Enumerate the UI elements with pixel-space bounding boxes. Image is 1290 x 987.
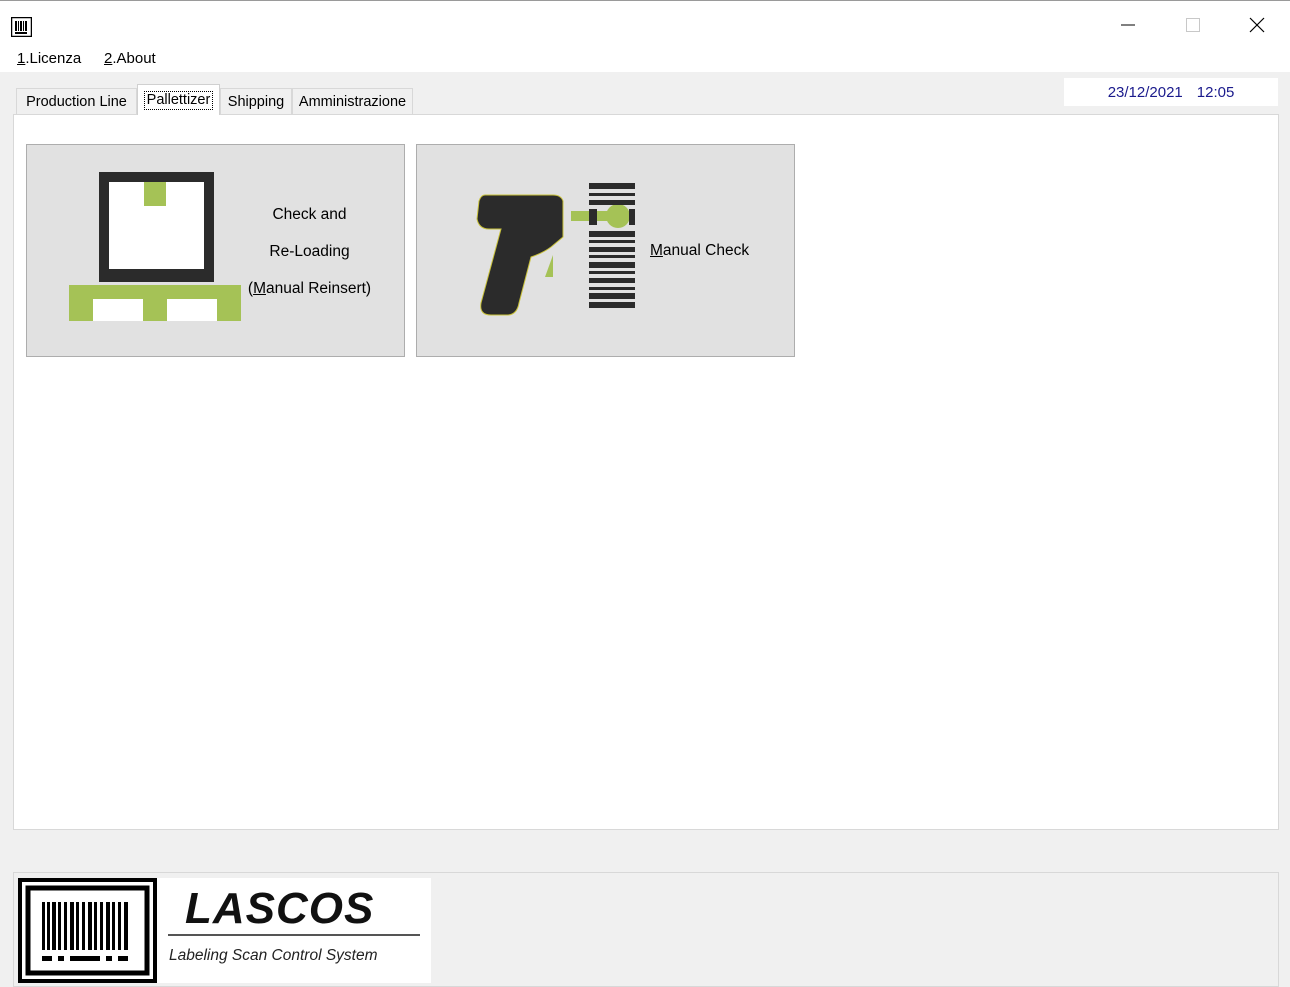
manual-check-button[interactable]: Manual Check (416, 144, 795, 357)
check-reload-line1: Check and (272, 206, 347, 223)
close-icon (1249, 17, 1265, 33)
check-reload-label: Check and Re-Loading (Manual Reinsert) (247, 202, 372, 313)
tab-shipping-label: Shipping (227, 93, 285, 110)
maximize-icon (1186, 18, 1200, 32)
tab-production-line[interactable]: Production Line (16, 88, 137, 114)
manual-check-label: Manual Check (650, 242, 749, 260)
tab-pallettizer-label: Pallettizer (143, 90, 214, 110)
date-text: 23/12/2021 (1107, 83, 1183, 101)
check-reload-button[interactable]: Check and Re-Loading (Manual Reinsert) (26, 144, 405, 357)
menu-about-label: .About (112, 50, 156, 67)
manual-check-mnemonic: M (650, 242, 663, 259)
tab-amministrazione-label: Amministrazione (298, 93, 407, 110)
menu-about[interactable]: 2.About (104, 50, 156, 67)
time-text: 12:05 (1196, 83, 1235, 101)
check-reload-line2: Re-Loading (269, 243, 350, 260)
check-reload-line3: (Manual Reinsert) (247, 276, 372, 313)
manual-check-label-rest: anual Check (662, 242, 750, 259)
logo-divider (168, 934, 420, 936)
minimize-icon (1121, 24, 1135, 26)
maximize-button[interactable] (1170, 9, 1216, 41)
barcode-scanner-icon (476, 183, 635, 316)
logo-subtitle: Labeling Scan Control System (169, 947, 378, 964)
barcode-app-icon (11, 17, 32, 37)
close-button[interactable] (1234, 9, 1280, 41)
minimize-button[interactable] (1105, 9, 1151, 41)
tab-pallettizer[interactable]: Pallettizer (137, 84, 220, 115)
menu-licenza[interactable]: 1.Licenza (17, 50, 81, 67)
menu-licenza-label: .Licenza (25, 50, 82, 67)
tab-amministrazione[interactable]: Amministrazione (292, 88, 413, 114)
tab-production-line-label: Production Line (26, 93, 127, 110)
check-reload-mnemonic: M (253, 280, 266, 297)
check-reload-line3-rest: anual Reinsert) (265, 280, 372, 297)
datetime-display: 23/12/2021 12:05 (1064, 78, 1278, 106)
pallet-box-icon (69, 172, 241, 321)
tab-shipping[interactable]: Shipping (220, 88, 292, 114)
menu-bar: 1.Licenza 2.About (0, 44, 1290, 72)
logo-title: LASCOS (185, 884, 375, 933)
barcode-logo-icon (18, 878, 157, 983)
title-bar (0, 0, 1290, 45)
